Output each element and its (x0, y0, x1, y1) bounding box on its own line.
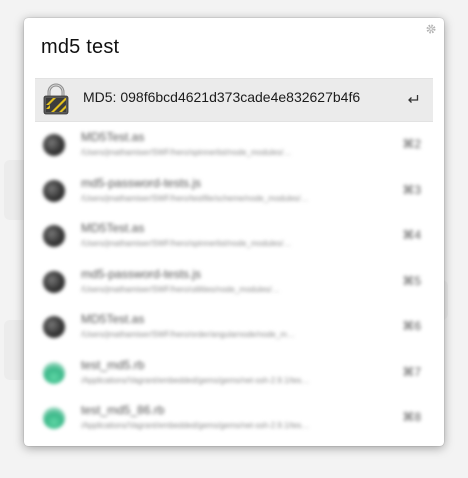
file-icon (43, 179, 65, 202)
result-path: /Applications/Vagrant/embedded/gems/gems… (81, 375, 310, 385)
result-path: /Applications/Vagrant/embedded/gems/gems… (81, 421, 310, 430)
list-item[interactable]: test_md5_86.rb /Applications/Vagrant/emb… (35, 397, 433, 443)
list-item[interactable]: md5-password-tests.js /Users/jmathamiser… (35, 261, 433, 307)
return-key-icon (408, 95, 419, 103)
result-title: MD5Test.as (81, 221, 145, 235)
result-title: MD5Test.as (81, 130, 145, 144)
list-item[interactable]: MD5Test.as /Users/jmathamiser/SWF/hero/s… (35, 215, 433, 261)
list-item[interactable]: MD5Test.as /Users/jmathamiser/SWF/hero/o… (35, 306, 433, 352)
result-title: md5-password-tests.js (81, 175, 202, 190)
result-shortcut: ⌘2 (402, 137, 421, 151)
result-list: MD5Test.as /Users/jmathamiser/SWF/hero/s… (35, 124, 433, 443)
selected-result-row[interactable]: MD5: 098f6bcd4621d373cade4e832627b4f6 (35, 78, 433, 122)
search-query-text[interactable]: md5 test (41, 36, 119, 59)
result-shortcut: ⌘7 (402, 364, 421, 379)
result-shortcut: ⌘4 (402, 228, 421, 242)
file-icon (43, 316, 65, 338)
file-icon (43, 361, 65, 384)
file-icon (43, 225, 65, 247)
result-path: /Users/jmathamiser/SWF/hero/utilities/no… (81, 284, 280, 294)
file-icon (43, 407, 65, 429)
result-title: test_md5_86.rb (81, 403, 165, 417)
gear-icon[interactable] (425, 23, 437, 35)
result-shortcut: ⌘5 (402, 273, 421, 288)
result-path: /Users/jmathamiser/SWF/hero/spinnerlist/… (81, 148, 292, 157)
result-shortcut: ⌘3 (402, 182, 421, 197)
result-path: /Users/jmathamiser/SWF/hero/spinnerlist/… (81, 239, 292, 248)
result-title: md5-password-tests.js (81, 266, 202, 281)
result-path: /Users/jmathamiser/SWF/hero/order/angula… (81, 330, 295, 339)
list-item[interactable]: test_md5.rb /Applications/Vagrant/embedd… (35, 352, 433, 398)
result-path: /Users/jmathamiser/SWF/hero/testfile/sch… (81, 193, 309, 203)
file-icon (43, 134, 65, 156)
alfred-search-panel: md5 test MD5: 098f6bcd4621d373cade4e8326… (24, 18, 444, 446)
md5-result-title: MD5: 098f6bcd4621d373cade4e832627b4f6 (83, 89, 361, 105)
list-item[interactable]: MD5Test.as /Users/jmathamiser/SWF/hero/s… (35, 124, 433, 170)
file-icon (43, 270, 65, 293)
result-title: test_md5.rb (81, 357, 145, 372)
result-title: MD5Test.as (81, 312, 145, 326)
list-item[interactable]: md5-password-tests.js /Users/jmathamiser… (35, 170, 433, 216)
padlock-icon (43, 83, 69, 115)
result-shortcut: ⌘8 (402, 410, 421, 424)
result-shortcut: ⌘6 (402, 319, 421, 333)
